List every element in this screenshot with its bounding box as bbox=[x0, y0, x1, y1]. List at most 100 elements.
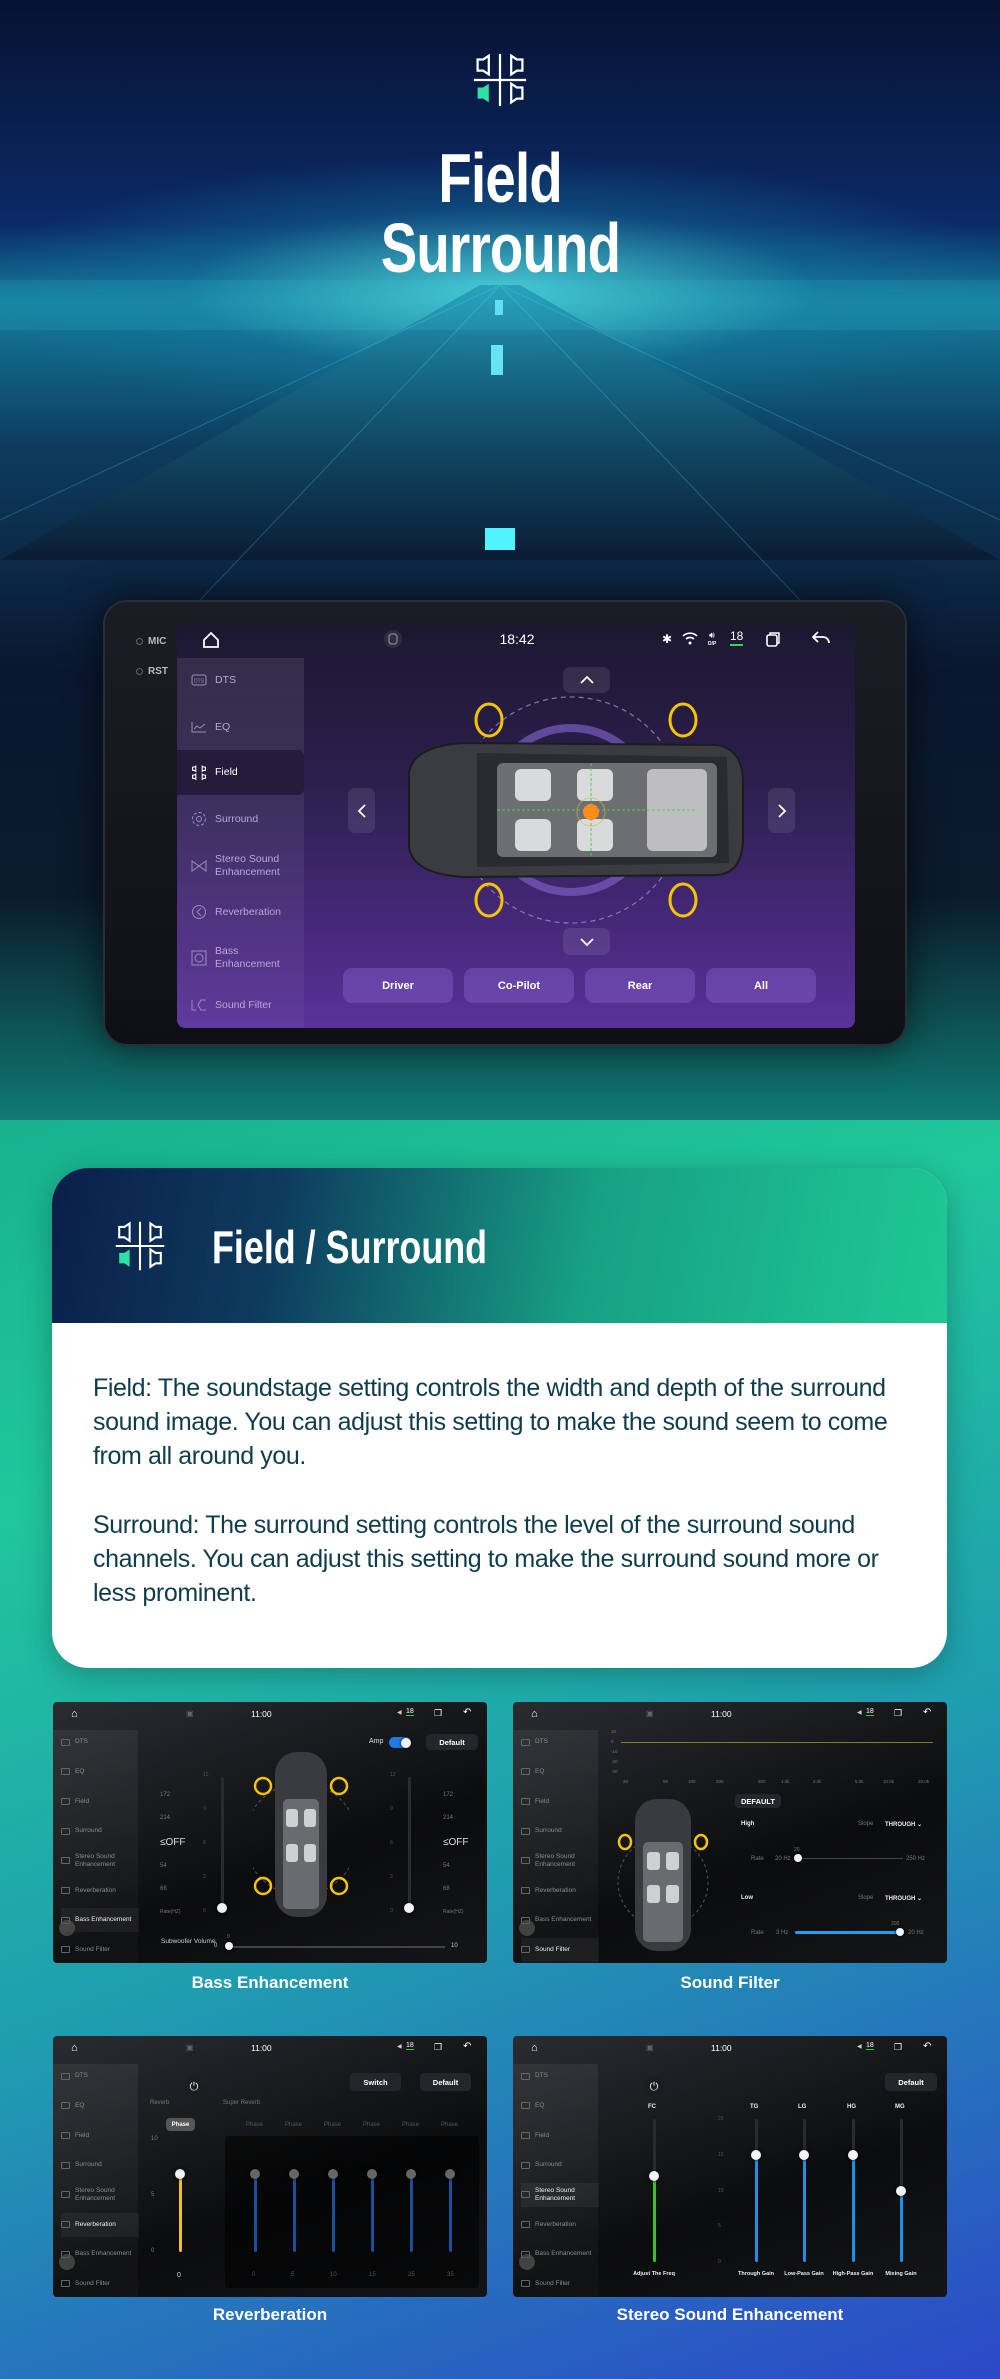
amp-toggle[interactable] bbox=[389, 1737, 411, 1748]
recent-apps-icon[interactable]: ❐ bbox=[434, 1708, 442, 1719]
super-reverb-slider[interactable] bbox=[449, 2174, 452, 2252]
sidebar-item[interactable]: DTS bbox=[61, 2064, 139, 2088]
low-rate-knob[interactable] bbox=[896, 1928, 904, 1936]
sidebar-item[interactable]: EQ bbox=[61, 1760, 139, 1784]
car-settings-icon[interactable]: ▣ bbox=[186, 2043, 194, 2052]
back-icon[interactable]: ↶ bbox=[463, 2041, 471, 2052]
sidebar-item[interactable]: Sound Filter bbox=[61, 2272, 139, 2296]
recent-apps-icon[interactable]: ❐ bbox=[434, 2042, 442, 2053]
low-rate-slider[interactable] bbox=[795, 1931, 900, 1934]
sidebar-item[interactable]: Stereo Sound Enhancement bbox=[61, 1849, 139, 1873]
car-settings-icon[interactable]: ▣ bbox=[646, 1709, 654, 1718]
car-settings-icon[interactable]: ▣ bbox=[186, 1709, 194, 1718]
all-button[interactable]: All bbox=[706, 968, 816, 1003]
recent-apps-icon[interactable]: ❐ bbox=[894, 1708, 902, 1719]
high-rate-slider[interactable] bbox=[798, 1858, 903, 1859]
assistive-touch-button[interactable] bbox=[519, 2254, 535, 2270]
home-icon[interactable]: ⌂ bbox=[531, 1708, 538, 1720]
rear-button[interactable]: Rear bbox=[585, 968, 695, 1003]
home-icon[interactable]: ⌂ bbox=[71, 1708, 78, 1720]
right-bass-knob[interactable] bbox=[404, 1903, 414, 1913]
back-icon[interactable]: ↶ bbox=[923, 1707, 931, 1718]
subwoofer-volume-slider[interactable] bbox=[228, 1946, 445, 1948]
sidebar-item[interactable]: Surround bbox=[61, 1819, 139, 1843]
assistive-touch-button[interactable] bbox=[59, 1920, 75, 1936]
assistive-touch-button[interactable] bbox=[519, 1920, 535, 1936]
switch-button[interactable]: Switch bbox=[350, 2073, 401, 2091]
sidebar-item[interactable]: Surround bbox=[61, 2153, 139, 2177]
sidebar-item[interactable]: Reverberation bbox=[521, 1879, 599, 1903]
volume-icon[interactable]: ◀ bbox=[857, 1709, 862, 1716]
super-reverb-slider[interactable] bbox=[410, 2174, 413, 2252]
volume-icon[interactable]: ◀ bbox=[857, 2043, 862, 2050]
sidebar-item[interactable]: Reverberation bbox=[61, 1879, 139, 1903]
slider-knob-tg[interactable] bbox=[751, 2149, 761, 2160]
sidebar-item[interactable]: Stereo Sound Enhancement bbox=[521, 2182, 599, 2207]
super-reverb-knob[interactable] bbox=[367, 2169, 377, 2179]
phase-chip[interactable]: Phase bbox=[166, 2118, 195, 2131]
sidebar-item[interactable]: Stereo Sound Enhancement bbox=[61, 2183, 139, 2207]
sidebar-item[interactable]: DTS bbox=[521, 1730, 599, 1754]
reverb-knob[interactable] bbox=[175, 2169, 185, 2179]
move-left-button[interactable] bbox=[348, 788, 375, 833]
sidebar-item[interactable]: Stereo Sound Enhancement bbox=[521, 1849, 599, 1873]
sidebar-item[interactable]: Sound Filter bbox=[521, 1937, 599, 1962]
sidebar-item[interactable]: Reverberation bbox=[61, 2212, 139, 2237]
sidebar-item[interactable]: Field bbox=[61, 1789, 139, 1813]
reverb-slider[interactable] bbox=[179, 2174, 182, 2252]
super-reverb-knob[interactable] bbox=[289, 2169, 299, 2179]
default-button[interactable]: DEFAULT bbox=[735, 1794, 781, 1808]
super-reverb-slider[interactable] bbox=[332, 2174, 335, 2252]
sidebar-item[interactable]: Surround bbox=[521, 1819, 599, 1843]
sidebar-item[interactable]: DTS bbox=[521, 2064, 599, 2088]
sidebar-item[interactable]: Field bbox=[521, 2123, 599, 2147]
driver-button[interactable]: Driver bbox=[343, 968, 453, 1003]
slider-knob-mg[interactable] bbox=[896, 2185, 906, 2196]
super-reverb-knob[interactable] bbox=[445, 2169, 455, 2179]
sidebar-item[interactable]: Sound Filter bbox=[61, 1938, 139, 1962]
right-bass-slider[interactable] bbox=[408, 1777, 411, 1912]
reset-button[interactable]: RST bbox=[136, 666, 168, 677]
slider-knob-fc[interactable] bbox=[649, 2171, 659, 2182]
volume-icon[interactable]: ◀ bbox=[397, 2043, 402, 2050]
co-pilot-button[interactable]: Co-Pilot bbox=[464, 968, 574, 1003]
super-reverb-slider[interactable] bbox=[254, 2174, 257, 2252]
high-rate-knob[interactable] bbox=[794, 1854, 802, 1862]
power-button[interactable]: ⏻ bbox=[184, 2077, 204, 2097]
slider-knob-lg[interactable] bbox=[799, 2149, 809, 2160]
move-up-button[interactable] bbox=[563, 667, 610, 693]
default-button[interactable]: Default bbox=[420, 2073, 471, 2091]
move-down-button[interactable] bbox=[563, 928, 610, 955]
sidebar-item[interactable]: Surround bbox=[521, 2153, 599, 2177]
super-reverb-knob[interactable] bbox=[250, 2169, 260, 2179]
back-icon[interactable]: ↶ bbox=[463, 1707, 471, 1718]
super-reverb-slider[interactable] bbox=[371, 2174, 374, 2252]
sidebar-item[interactable]: Field bbox=[521, 1789, 599, 1813]
sidebar-item[interactable]: EQ bbox=[521, 1760, 599, 1784]
sidebar-item[interactable]: Sound Filter bbox=[521, 2272, 599, 2296]
car-settings-icon[interactable]: ▣ bbox=[646, 2043, 654, 2052]
left-bass-knob[interactable] bbox=[217, 1903, 227, 1913]
power-button[interactable]: ⏻ bbox=[644, 2077, 664, 2097]
default-button[interactable]: Default bbox=[426, 1734, 478, 1750]
move-right-button[interactable] bbox=[768, 788, 795, 833]
high-slope-select[interactable]: THROUGH ⌄ bbox=[885, 1821, 922, 1828]
back-icon[interactable]: ↶ bbox=[923, 2041, 931, 2052]
low-slope-select[interactable]: THROUGH ⌄ bbox=[885, 1895, 922, 1902]
super-reverb-slider[interactable] bbox=[293, 2174, 296, 2252]
sidebar-item[interactable]: DTS bbox=[61, 1730, 139, 1754]
left-bass-slider[interactable] bbox=[221, 1777, 224, 1912]
recent-apps-icon[interactable]: ❐ bbox=[894, 2042, 902, 2053]
subwoofer-knob[interactable] bbox=[225, 1942, 233, 1950]
default-button[interactable]: Default bbox=[885, 2073, 937, 2091]
home-icon[interactable]: ⌂ bbox=[71, 2042, 78, 2054]
super-reverb-knob[interactable] bbox=[328, 2169, 338, 2179]
sidebar-item[interactable]: EQ bbox=[61, 2094, 139, 2118]
sidebar-item[interactable]: Reverberation bbox=[521, 2213, 599, 2237]
sidebar-item[interactable]: EQ bbox=[521, 2094, 599, 2118]
assistive-touch-button[interactable] bbox=[59, 2254, 75, 2270]
home-icon[interactable]: ⌂ bbox=[531, 2042, 538, 2054]
slider-knob-hg[interactable] bbox=[848, 2149, 858, 2160]
super-reverb-knob[interactable] bbox=[406, 2169, 416, 2179]
volume-icon[interactable]: ◀ bbox=[397, 1709, 402, 1716]
